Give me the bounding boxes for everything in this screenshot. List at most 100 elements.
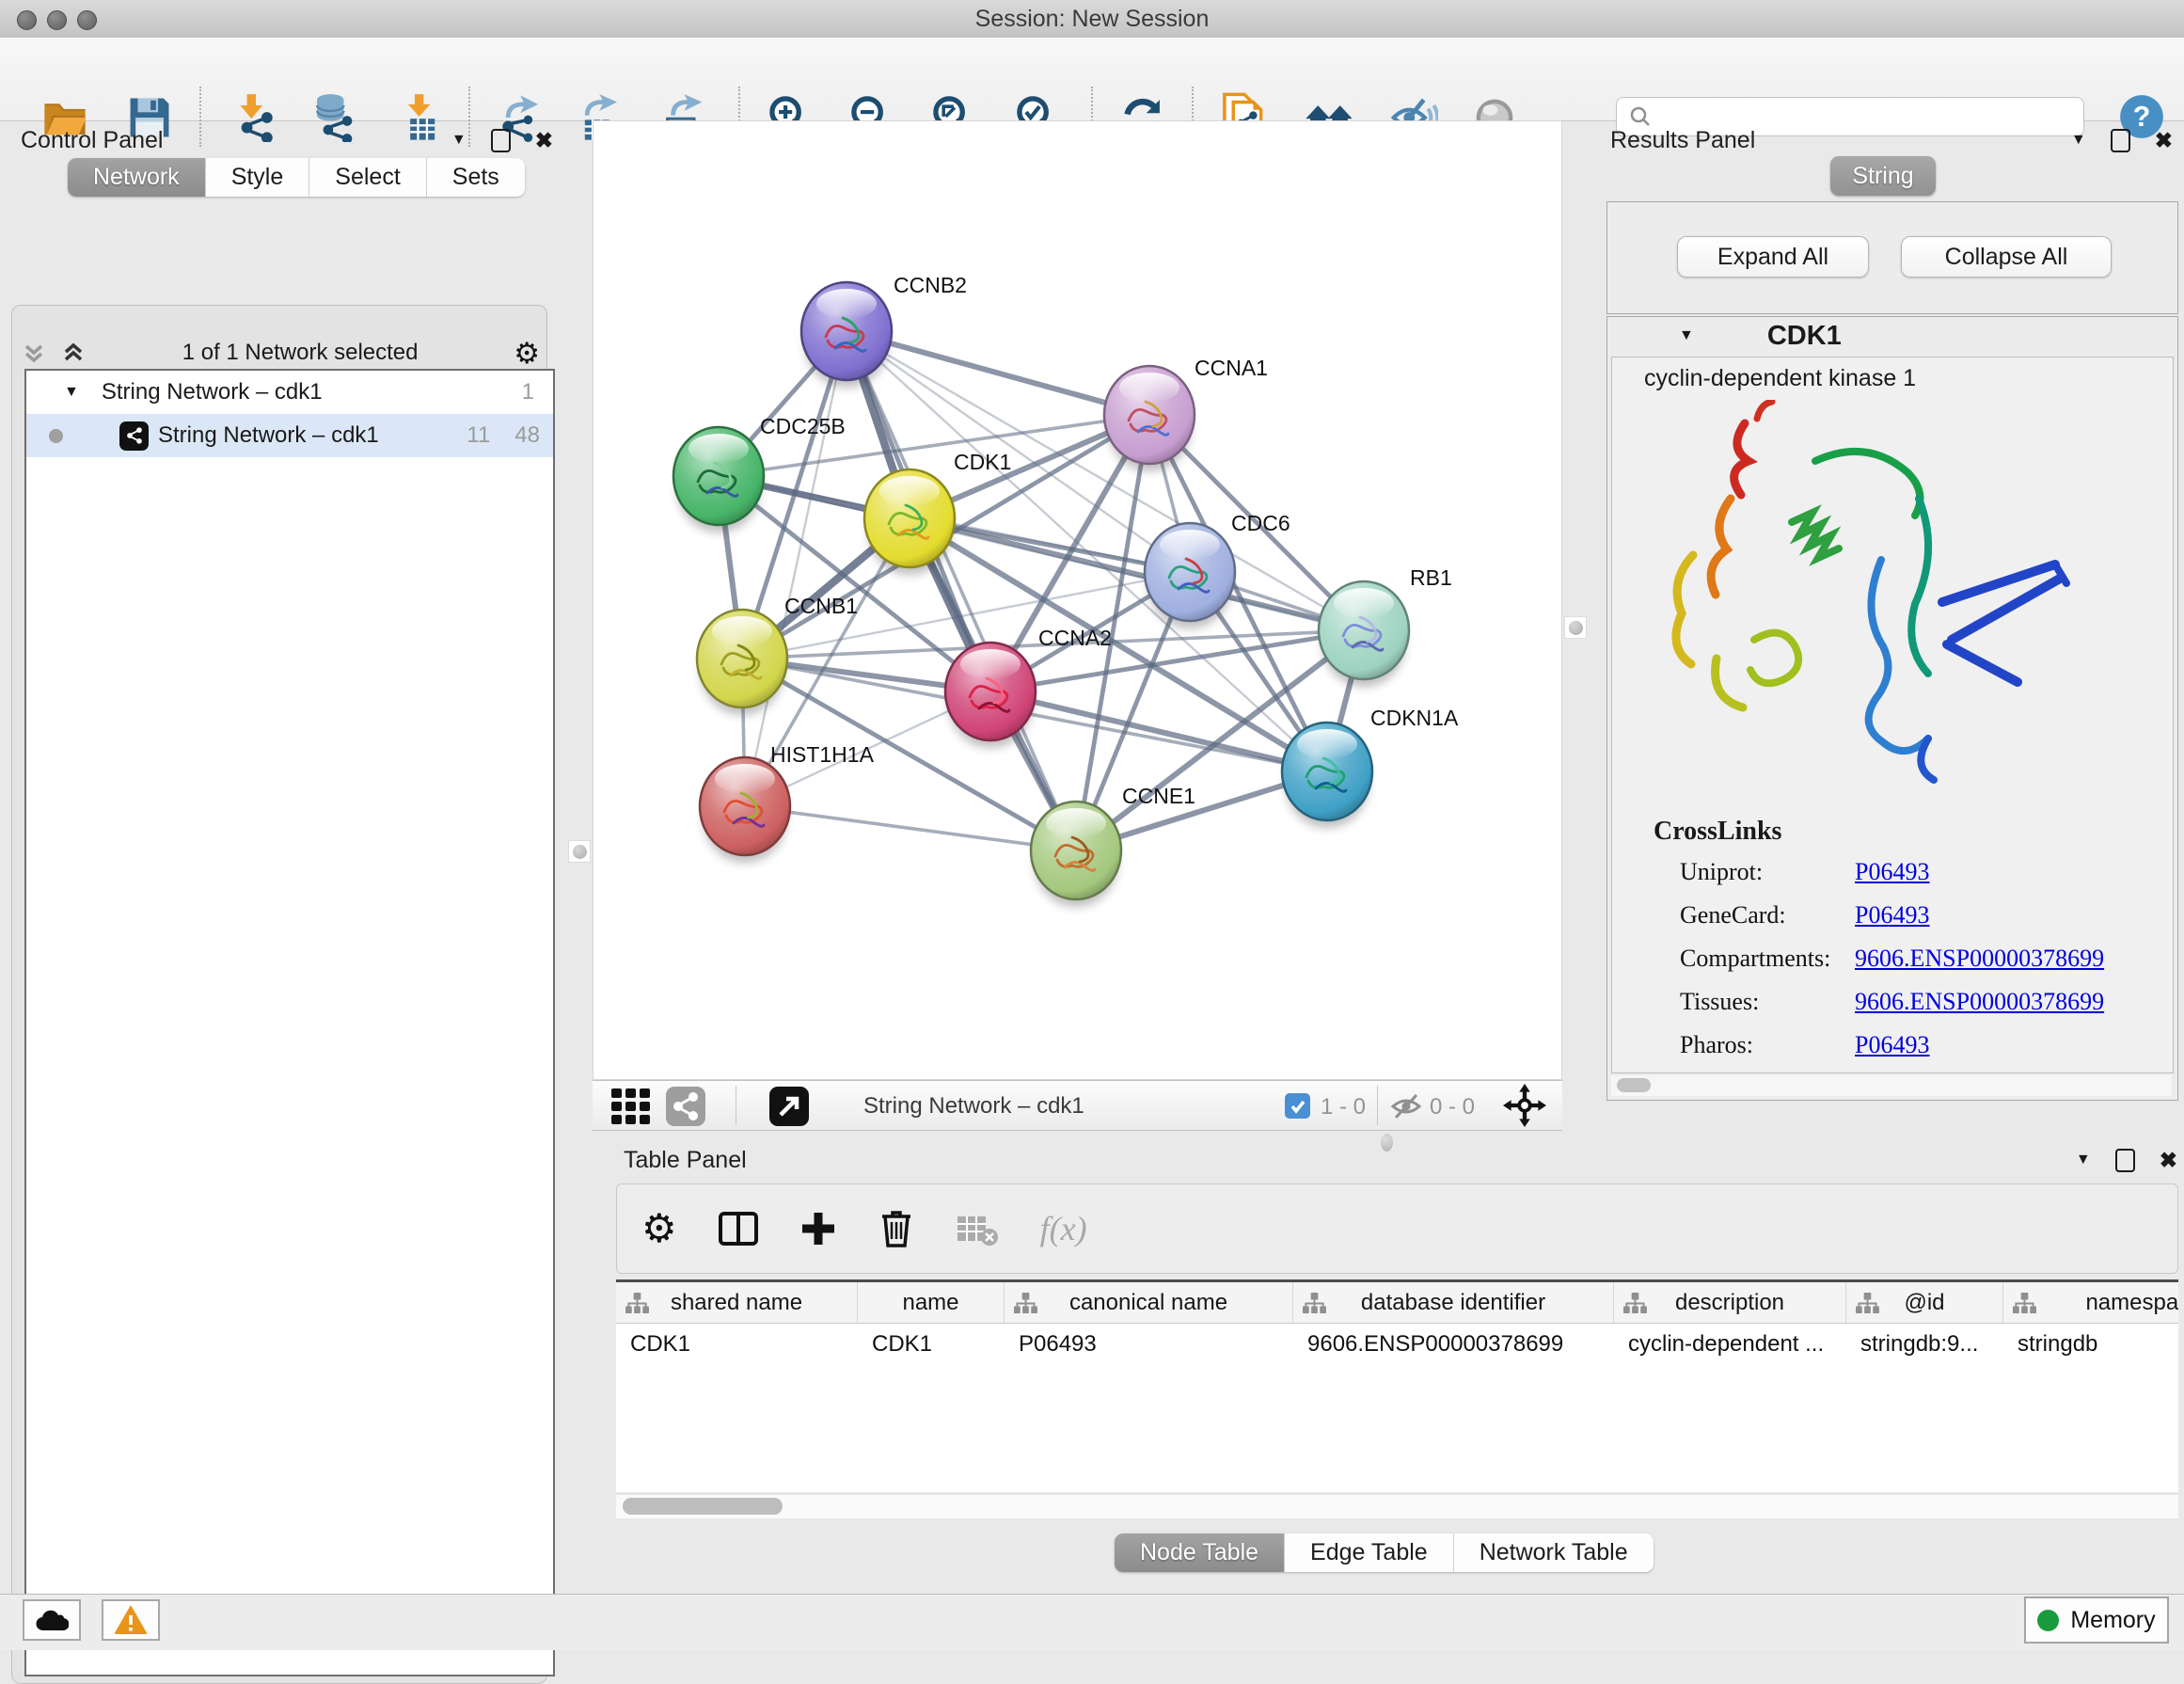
tab-network[interactable]: Network	[68, 158, 206, 197]
node-CCNB2[interactable]: CCNB2	[801, 273, 967, 388]
memory-button[interactable]: Memory	[2024, 1597, 2169, 1644]
minimize-window-button[interactable]	[47, 10, 67, 30]
crosslink-value-link[interactable]: P06493	[1855, 858, 1929, 886]
node-CDC6[interactable]: CDC6	[1145, 511, 1290, 628]
column-header-database-identifier[interactable]: database identifier	[1293, 1282, 1614, 1323]
delete-table-icon[interactable]	[956, 1211, 999, 1247]
protein-section: ▼ CDK1 cyclin-dependent kinase 1	[1606, 316, 2178, 1101]
section-collapse-icon[interactable]: ▼	[1679, 327, 1694, 344]
crosslink-value-link[interactable]: P06493	[1855, 901, 1929, 929]
edge-CCNE1-HIST1H1A[interactable]	[745, 806, 1076, 850]
tab-style[interactable]: Style	[206, 158, 310, 197]
network-row[interactable]: String Network – cdk1 11 48	[26, 414, 553, 457]
table-toolbar: ⚙ f(x)	[616, 1184, 2178, 1274]
network-canvas[interactable]: CCNB2CCNA1CDC25BCDK1CDC6RB1CCNB1CCNA2CDK…	[593, 120, 1562, 1080]
hidden-elements-icon[interactable]	[1390, 1092, 1422, 1125]
panel-menu-icon[interactable]: ▼	[2071, 132, 2086, 149]
grid-view-icon[interactable]	[611, 1088, 651, 1129]
table-cell[interactable]: 9606.ENSP00000378699	[1293, 1324, 1614, 1364]
float-panel-icon[interactable]	[2115, 1149, 2135, 1172]
panel-menu-icon[interactable]: ▼	[2076, 1152, 2091, 1168]
collapse-all-icon[interactable]	[21, 341, 47, 365]
network-view-title: String Network – cdk1	[863, 1093, 1084, 1120]
crosslink-row: Pharos:P06493	[1680, 1024, 2173, 1067]
float-panel-icon[interactable]	[2111, 129, 2130, 152]
node-label-CCNB1: CCNB1	[784, 594, 858, 618]
float-panel-icon[interactable]	[491, 129, 511, 152]
column-header-namespace[interactable]: namespace	[2003, 1282, 2178, 1323]
expand-all-icon[interactable]	[60, 341, 87, 365]
function-builder-icon[interactable]: f(x)	[1040, 1209, 1087, 1248]
network-view-dot-icon	[49, 429, 63, 443]
edge-CCNA2-CDKN1A[interactable]	[990, 691, 1327, 771]
add-column-icon[interactable]	[799, 1210, 837, 1247]
table-cell[interactable]: stringdb	[2003, 1324, 2178, 1364]
column-header-shared-name[interactable]: shared name	[616, 1282, 858, 1323]
node-CDKN1A[interactable]: CDKN1A	[1282, 706, 1459, 828]
column-header--id[interactable]: @id	[1846, 1282, 2003, 1323]
table-options-gear-icon[interactable]: ⚙	[641, 1209, 677, 1248]
memory-label: Memory	[2070, 1607, 2155, 1634]
node-table[interactable]: shared namenamecanonical namedatabase id…	[616, 1279, 2178, 1492]
tab-sets[interactable]: Sets	[427, 158, 525, 197]
crosslink-value-link[interactable]: P06493	[1855, 1031, 1929, 1059]
collection-expand-icon[interactable]: ▼	[64, 384, 79, 401]
network-view-share-icon[interactable]	[666, 1087, 705, 1131]
protein-section-header[interactable]: ▼ CDK1	[1607, 317, 2177, 355]
cloud-button[interactable]	[23, 1599, 81, 1641]
table-row[interactable]: CDK1CDK1P064939606.ENSP00000378699cyclin…	[616, 1324, 2178, 1364]
results-hscrollbar[interactable]	[1611, 1075, 2172, 1096]
show-columns-icon[interactable]	[719, 1211, 758, 1247]
close-panel-icon[interactable]: ✖	[2155, 128, 2173, 153]
zoom-window-button[interactable]	[77, 10, 97, 30]
window-controls[interactable]	[17, 10, 97, 30]
table-hscrollbar[interactable]	[616, 1494, 2178, 1518]
network-selection-status: 1 of 1 Network selected	[87, 340, 514, 366]
table-header-row: shared namenamecanonical namedatabase id…	[616, 1282, 2178, 1324]
selected-nodes-checkbox[interactable]	[1285, 1093, 1310, 1119]
node-label-RB1: RB1	[1410, 565, 1452, 590]
left-splitter-handle[interactable]	[568, 840, 591, 863]
node-label-CDKN1A: CDKN1A	[1370, 706, 1459, 730]
node-label-CCNA2: CCNA2	[1038, 626, 1112, 650]
network-graph[interactable]: CCNB2CCNA1CDC25BCDK1CDC6RB1CCNB1CCNA2CDK…	[593, 121, 1561, 1079]
node-HIST1H1A[interactable]: HIST1H1A	[700, 742, 875, 863]
tab-node-table[interactable]: Node Table	[1115, 1533, 1285, 1572]
node-RB1[interactable]: RB1	[1319, 565, 1452, 687]
column-header-canonical-name[interactable]: canonical name	[1005, 1282, 1293, 1323]
edge-CCNB2-HIST1H1A[interactable]	[745, 331, 847, 806]
birds-eye-view-icon[interactable]	[769, 1087, 809, 1131]
delete-column-icon[interactable]	[878, 1209, 914, 1248]
close-panel-icon[interactable]: ✖	[2160, 1148, 2177, 1173]
table-cell[interactable]: stringdb:9...	[1846, 1324, 2003, 1364]
crosslink-value-link[interactable]: 9606.ENSP00000378699	[1855, 945, 2104, 973]
table-cell[interactable]: P06493	[1005, 1324, 1293, 1364]
network-options-gear-icon[interactable]: ⚙	[514, 339, 540, 368]
close-window-button[interactable]	[17, 10, 37, 30]
close-panel-icon[interactable]: ✖	[535, 128, 553, 153]
tab-string[interactable]: String	[1830, 156, 1936, 196]
edge-CCNB2-CCNE1[interactable]	[847, 331, 1076, 850]
table-cell[interactable]: CDK1	[616, 1324, 858, 1364]
tab-edge-table[interactable]: Edge Table	[1285, 1533, 1454, 1572]
table-hscrollbar-thumb[interactable]	[623, 1498, 783, 1515]
table-cell[interactable]: CDK1	[858, 1324, 1005, 1364]
tab-select[interactable]: Select	[309, 158, 426, 197]
node-CDC25B[interactable]: CDC25B	[673, 414, 846, 532]
tab-network-table[interactable]: Network Table	[1454, 1533, 1654, 1572]
results-hscrollbar-thumb[interactable]	[1617, 1078, 1651, 1092]
expand-all-button[interactable]: Expand All	[1677, 236, 1869, 278]
fit-selected-icon[interactable]	[1503, 1084, 1546, 1132]
table-cell[interactable]: cyclin-dependent ...	[1614, 1324, 1846, 1364]
network-collection-row[interactable]: ▼ String Network – cdk1 1	[26, 371, 553, 414]
crosslink-value-link[interactable]: 9606.ENSP00000378699	[1855, 988, 2104, 1016]
right-splitter-handle[interactable]	[1564, 616, 1587, 639]
panel-menu-icon[interactable]: ▼	[451, 132, 467, 149]
column-header-description[interactable]: description	[1614, 1282, 1846, 1323]
crosslink-label: GeneCard:	[1680, 901, 1855, 929]
collection-name: String Network – cdk1	[102, 379, 323, 405]
collapse-all-button[interactable]: Collapse All	[1901, 236, 2112, 278]
column-header-name[interactable]: name	[858, 1282, 1005, 1323]
results-panel-title: Results Panel	[1610, 127, 1755, 154]
warning-button[interactable]	[102, 1599, 160, 1641]
